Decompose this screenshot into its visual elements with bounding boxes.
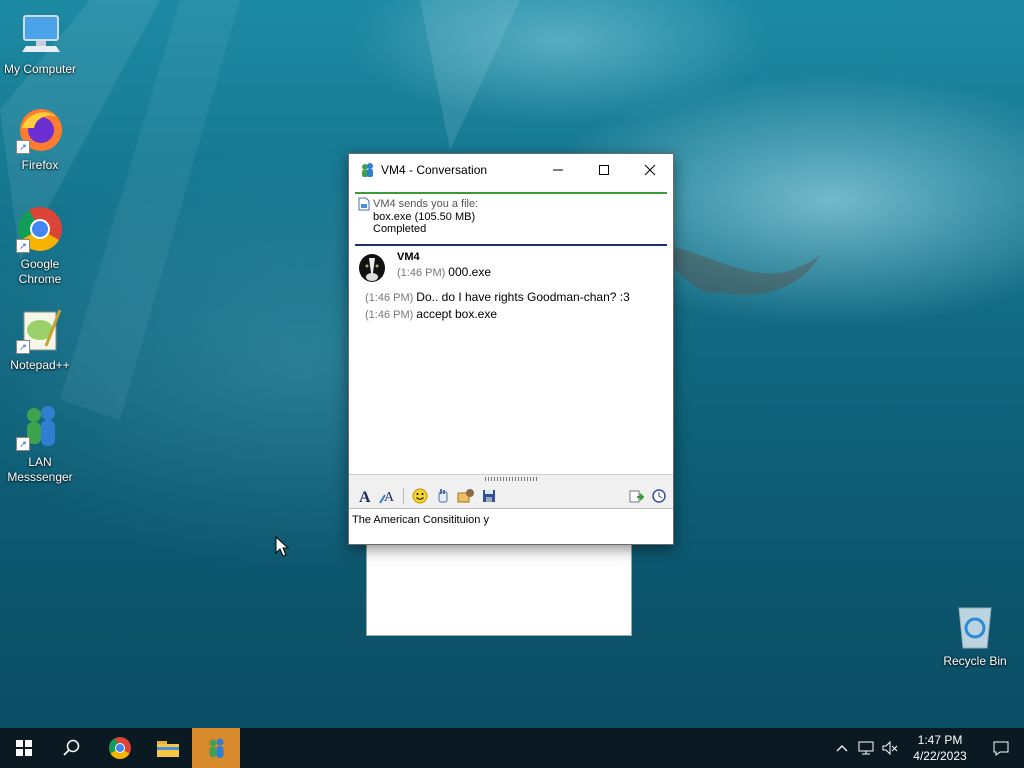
maximize-icon bbox=[599, 164, 609, 175]
message-time: (1:46 PM) bbox=[397, 267, 446, 279]
computer-icon bbox=[16, 10, 64, 58]
conversation-window[interactable]: VM4 - Conversation VM4 sends you a file:… bbox=[348, 153, 674, 545]
search-icon bbox=[63, 739, 80, 756]
minimize-icon bbox=[553, 169, 563, 170]
message-input[interactable]: The American Consitituion y bbox=[349, 509, 673, 544]
grip-icon bbox=[485, 477, 537, 481]
file-transfer-intro: VM4 sends you a file: bbox=[373, 198, 479, 210]
copy-icon bbox=[629, 490, 644, 502]
folder-icon bbox=[157, 741, 179, 757]
smiley-icon bbox=[412, 488, 428, 503]
save-button[interactable] bbox=[478, 486, 500, 506]
minimize-button[interactable] bbox=[535, 154, 581, 185]
shortcut-arrow-icon: ↗ bbox=[16, 340, 30, 354]
desktop-icon-chrome[interactable]: ↗ Google Chrome bbox=[0, 205, 80, 287]
font-color-icon: A bbox=[379, 490, 395, 504]
lan-messenger-icon bbox=[209, 738, 224, 758]
message-line: (1:46 PM) Do.. do I have rights Goodman-c… bbox=[355, 290, 667, 304]
font-icon: A bbox=[359, 489, 371, 504]
message-text: 000.exe bbox=[448, 265, 491, 279]
svg-text:A: A bbox=[359, 489, 371, 504]
desktop-icon-my-computer[interactable]: My Computer bbox=[0, 10, 80, 77]
file-transfer-notice: VM4 sends you a file: box.exe (105.50 MB… bbox=[355, 192, 667, 240]
title-bar[interactable]: VM4 - Conversation bbox=[349, 154, 673, 185]
close-icon bbox=[644, 164, 656, 175]
nudge-button[interactable] bbox=[432, 486, 454, 506]
save-icon bbox=[483, 489, 495, 502]
chrome-icon bbox=[109, 737, 131, 759]
notifications-button[interactable] bbox=[978, 728, 1024, 768]
clock[interactable]: 1:47 PM 4/22/2023 bbox=[902, 732, 978, 764]
notification-icon bbox=[993, 741, 1009, 756]
desktop-icon-lan-messenger[interactable]: ↗ LAN Messsenger bbox=[0, 403, 80, 485]
search-button[interactable] bbox=[48, 728, 96, 768]
desktop-icon-label: Firefox bbox=[21, 158, 59, 172]
shortcut-arrow-icon: ↗ bbox=[16, 437, 30, 451]
font-button[interactable]: A bbox=[354, 486, 376, 506]
message-line: (1:46 PM) accept box.exe bbox=[355, 307, 667, 321]
broadcast-button[interactable] bbox=[625, 486, 647, 506]
start-button[interactable] bbox=[0, 728, 48, 768]
message-text: accept box.exe bbox=[416, 307, 498, 321]
compose-toolbar: A A bbox=[349, 483, 673, 509]
send-file-button[interactable] bbox=[455, 486, 477, 506]
background-window[interactable] bbox=[366, 543, 632, 636]
desktop-icon-label: Notepad++ bbox=[10, 358, 70, 372]
toolbar-separator bbox=[403, 487, 404, 504]
file-transfer-file: box.exe (105.50 MB) bbox=[373, 211, 476, 223]
send-file-icon bbox=[457, 488, 474, 502]
firefox-icon: ↗ bbox=[16, 106, 64, 154]
show-hidden-icons-button[interactable] bbox=[830, 728, 854, 768]
shortcut-arrow-icon: ↗ bbox=[16, 239, 30, 253]
desktop-icon-notepad-plus-plus[interactable]: ↗ Notepad++ bbox=[0, 306, 80, 373]
file-icon bbox=[358, 197, 370, 211]
desktop-icon-label: Recycle Bin bbox=[943, 654, 1007, 668]
network-button[interactable] bbox=[854, 728, 878, 768]
volume-muted-icon bbox=[882, 741, 898, 755]
system-tray: 1:47 PM 4/22/2023 bbox=[830, 728, 1024, 768]
desktop-icon-label: Google Chrome bbox=[18, 257, 62, 286]
window-title: VM4 - Conversation bbox=[381, 162, 488, 177]
sender-name: VM4 bbox=[397, 251, 420, 263]
file-transfer-status: Completed bbox=[373, 223, 427, 235]
network-icon bbox=[858, 741, 874, 755]
message-separator bbox=[355, 244, 667, 246]
taskbar-chrome[interactable] bbox=[96, 728, 144, 768]
maximize-button[interactable] bbox=[581, 154, 627, 185]
notepad-plus-plus-icon: ↗ bbox=[16, 306, 64, 354]
hand-icon bbox=[438, 488, 448, 502]
chrome-icon: ↗ bbox=[16, 205, 64, 253]
desktop-icon-recycle-bin[interactable]: Recycle Bin bbox=[935, 602, 1015, 669]
taskbar-file-explorer[interactable] bbox=[144, 728, 192, 768]
clock-date: 4/22/2023 bbox=[913, 749, 967, 763]
message-line: (1:46 PM) 000.exe bbox=[397, 265, 491, 279]
taskbar-lan-messenger[interactable] bbox=[192, 728, 240, 768]
lan-messenger-icon: ↗ bbox=[16, 403, 64, 451]
font-color-button[interactable]: A bbox=[377, 486, 399, 506]
history-icon bbox=[652, 488, 666, 503]
close-button[interactable] bbox=[627, 154, 673, 185]
desktop-icon-label: LAN Messsenger bbox=[7, 455, 73, 484]
avatar bbox=[355, 250, 389, 284]
desktop-icon-firefox[interactable]: ↗ Firefox bbox=[0, 106, 80, 173]
svg-text:A: A bbox=[384, 490, 395, 504]
volume-button[interactable] bbox=[878, 728, 902, 768]
shortcut-arrow-icon: ↗ bbox=[16, 140, 30, 154]
emoticon-button[interactable] bbox=[409, 486, 431, 506]
mouse-cursor-icon bbox=[275, 536, 289, 557]
desktop-icon-label: My Computer bbox=[3, 62, 77, 76]
recycle-bin-icon bbox=[951, 602, 999, 650]
windows-logo-icon bbox=[16, 740, 32, 756]
history-button[interactable] bbox=[648, 486, 670, 506]
message-group: VM4 (1:46 PM) 000.exe bbox=[355, 250, 667, 284]
message-text: Do.. do I have rights Goodman-chan? :3 bbox=[416, 290, 630, 304]
taskbar: 1:47 PM 4/22/2023 bbox=[0, 728, 1024, 768]
messenger-app-icon bbox=[362, 162, 373, 177]
message-time: (1:46 PM) bbox=[365, 309, 414, 321]
message-time: (1:46 PM) bbox=[365, 292, 414, 304]
clock-time: 1:47 PM bbox=[917, 733, 963, 747]
chat-history[interactable]: VM4 sends you a file: box.exe (105.50 MB… bbox=[355, 192, 667, 474]
chevron-up-icon bbox=[836, 745, 848, 752]
